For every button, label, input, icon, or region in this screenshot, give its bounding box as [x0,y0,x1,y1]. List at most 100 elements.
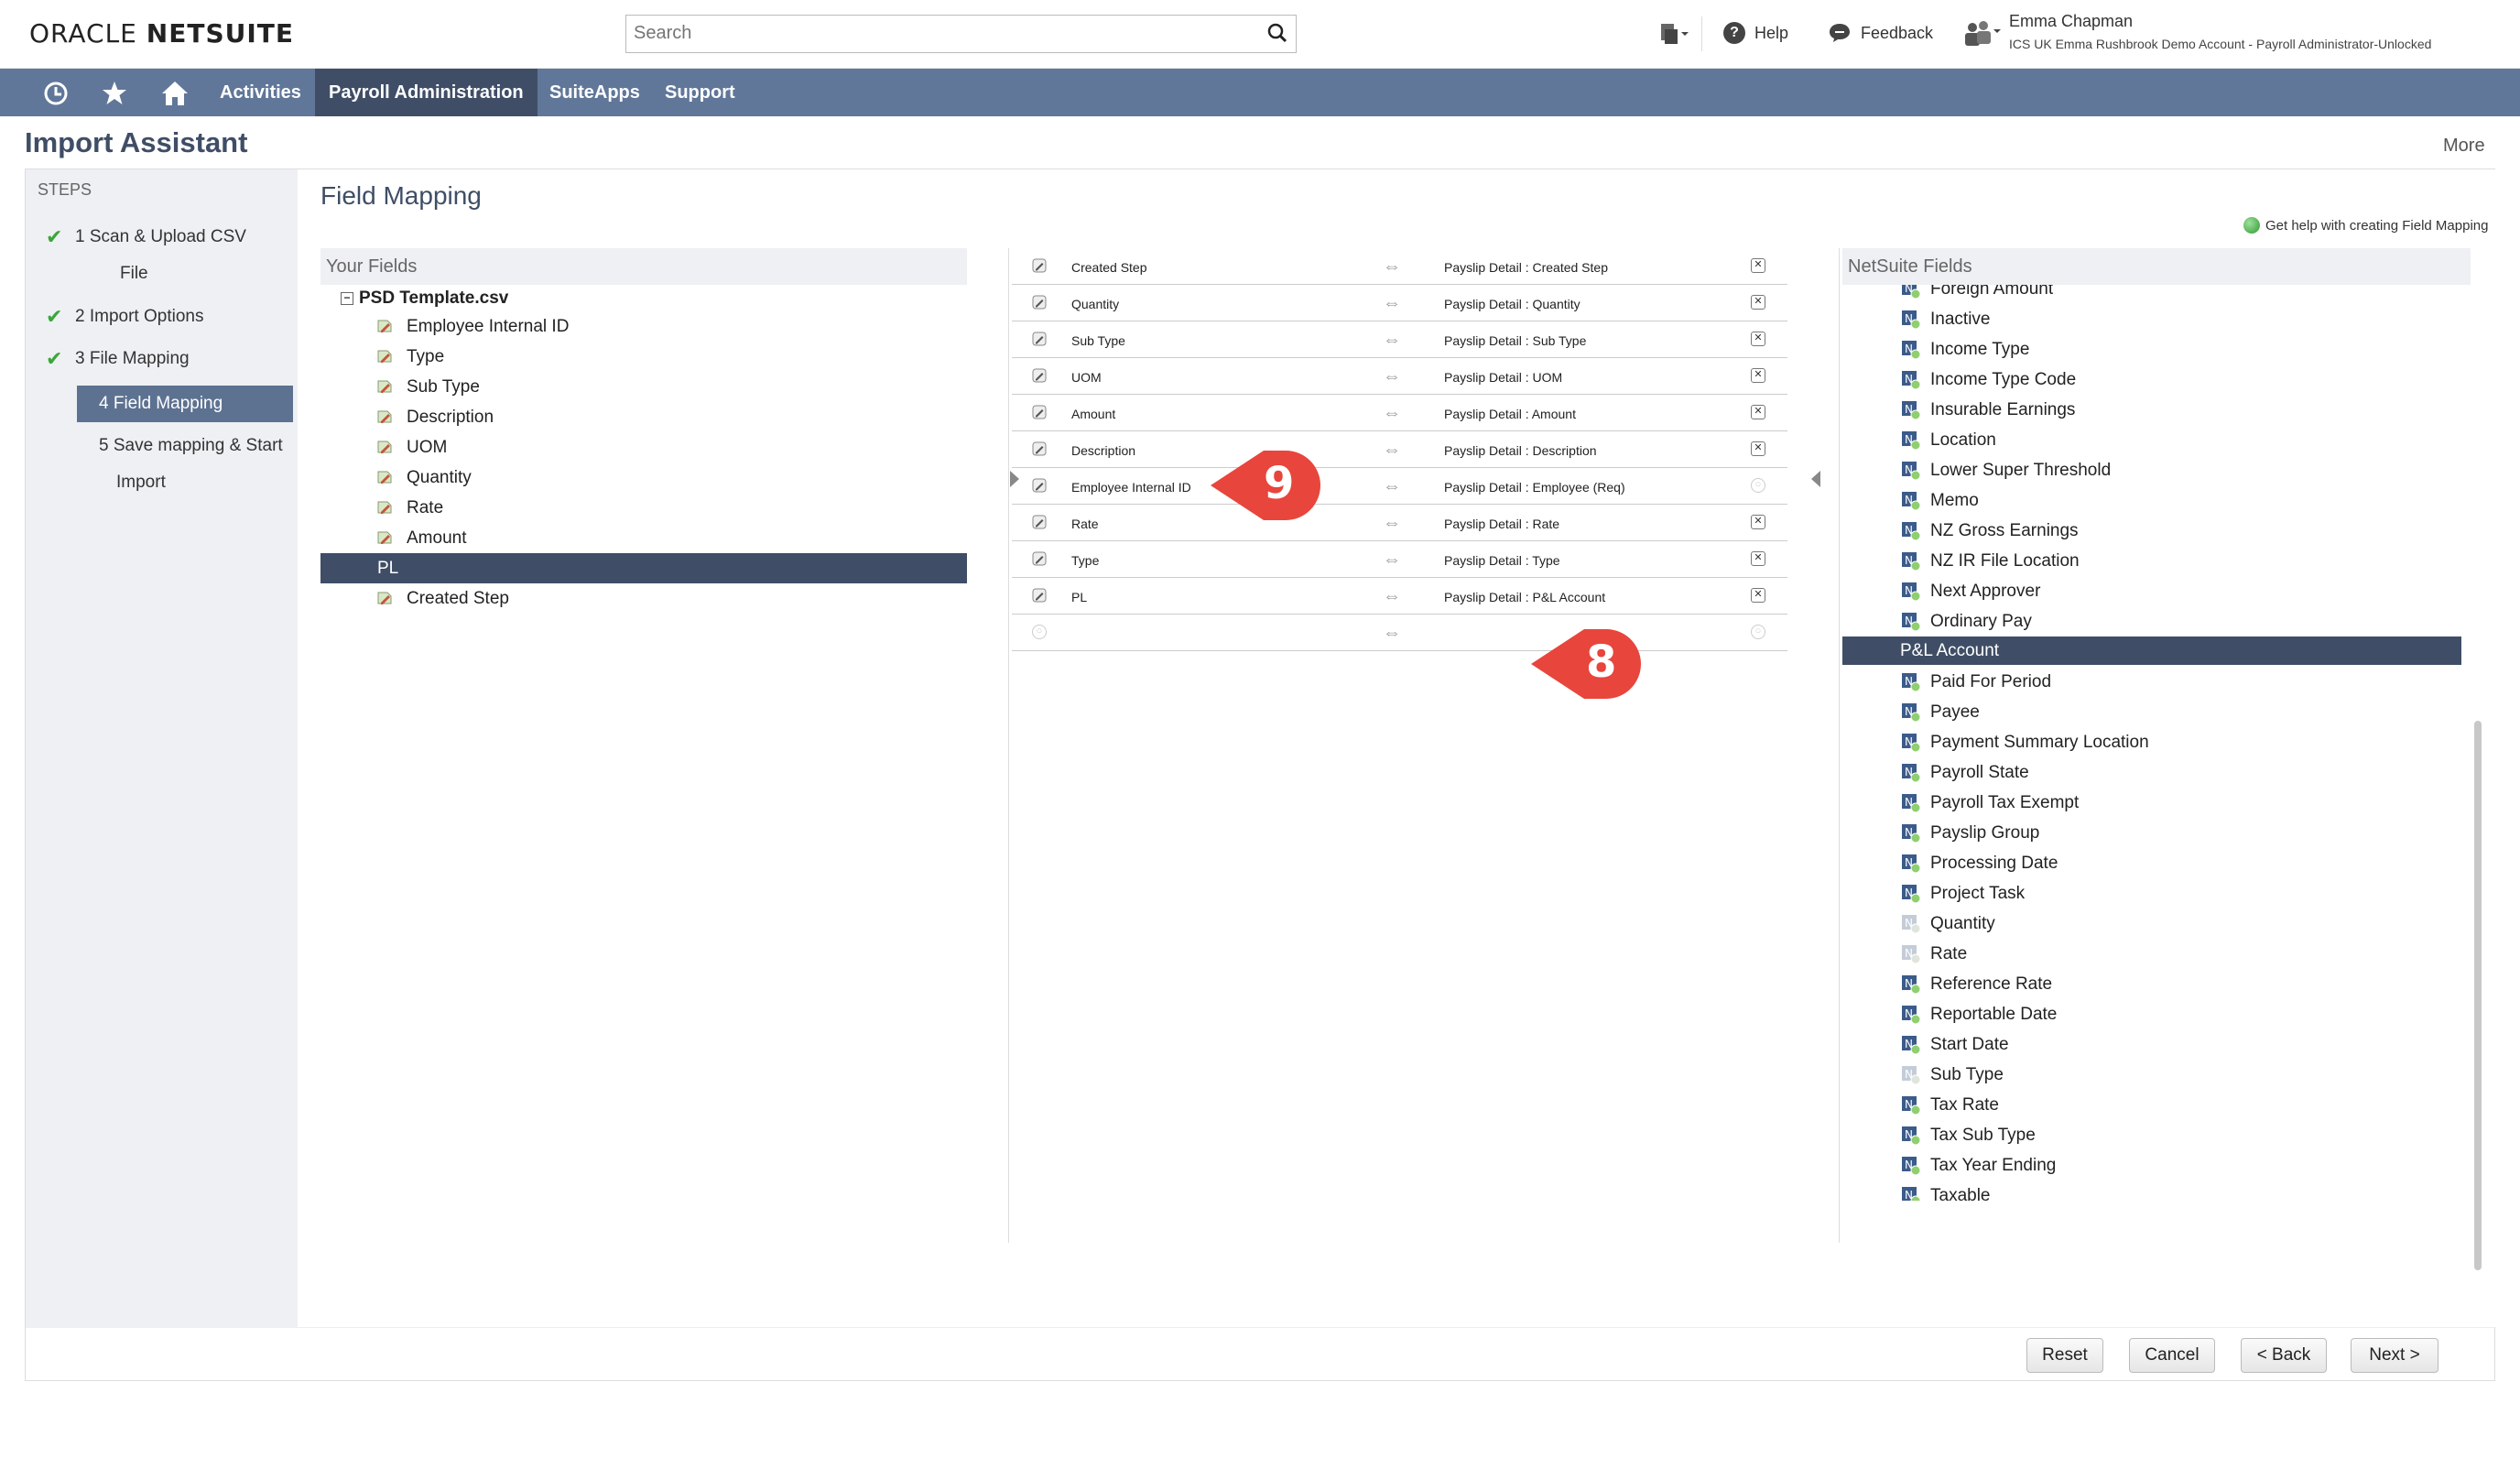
netsuite-field-item[interactable]: N Paid For Period [1901,667,2051,697]
edit-mapping-icon[interactable] [1032,441,1047,456]
netsuite-field-item[interactable]: N Income Type Code [1901,364,2076,395]
remove-mapping-icon[interactable]: ✕ [1751,515,1765,529]
edit-mapping-icon[interactable] [1032,515,1047,529]
netsuite-field-item[interactable]: N Start Date [1901,1029,2009,1060]
netsuite-field-item[interactable]: N Memo [1901,485,1979,516]
your-field-item-selected[interactable]: PL [320,553,967,583]
netsuite-field-item[interactable]: N Quantity [1901,909,1995,939]
netsuite-field-item[interactable]: N Insurable Earnings [1901,395,2075,425]
mapping-row[interactable]: Amount ⇔ Payslip Detail : Amount ✕ [1012,395,1787,431]
your-field-label: Sub Type [407,377,480,397]
search-input[interactable] [626,16,1231,50]
mapping-row[interactable]: ○ ⇔ ○ [1012,615,1787,651]
netsuite-field-item[interactable]: N Tax Rate [1901,1090,1999,1120]
netsuite-field-item[interactable]: N Processing Date [1901,848,2058,878]
user-menu[interactable]: Emma Chapman ICS UK Emma Rushbrook Demo … [2009,12,2520,51]
oracle-netsuite-logo[interactable]: ORACLE NETSUITE [29,18,294,49]
your-field-item[interactable]: Created Step [375,589,509,609]
mapping-row[interactable]: Type ⇔ Payslip Detail : Type ✕ [1012,541,1787,578]
netsuite-field-item[interactable]: N Payroll Tax Exempt [1901,788,2079,818]
netsuite-field-item[interactable]: N Payslip Group [1901,818,2039,848]
netsuite-field-item[interactable]: N Tax Year Ending [1901,1150,2056,1181]
netsuite-field-item[interactable]: N Ordinary Pay [1901,606,2032,637]
your-field-item[interactable]: Description [375,408,494,428]
csv-file-node[interactable]: − PSD Template.csv [341,288,508,309]
remove-mapping-icon[interactable]: ✕ [1751,258,1765,273]
netsuite-field-item[interactable]: N Location [1901,425,1996,455]
home-icon[interactable] [160,80,190,107]
mapping-row[interactable]: Quantity ⇔ Payslip Detail : Quantity ✕ [1012,285,1787,321]
search-icon[interactable] [1266,22,1288,44]
more-link[interactable]: More [2443,136,2485,157]
collapse-icon[interactable]: − [341,292,353,305]
your-field-item[interactable]: Quantity [375,468,472,488]
edit-mapping-icon[interactable] [1032,551,1047,566]
edit-mapping-icon[interactable] [1032,405,1047,419]
your-field-item[interactable]: Rate [375,498,443,518]
nav-suiteapps[interactable]: SuiteApps [549,69,640,116]
netsuite-field-item[interactable]: N NZ IR File Location [1901,546,2080,576]
edit-mapping-icon[interactable] [1032,588,1047,603]
netsuite-field-item[interactable]: N Project Task [1901,878,2025,909]
netsuite-field-item[interactable]: N Payment Summary Location [1901,727,2149,757]
remove-mapping-icon[interactable]: ✕ [1751,405,1765,419]
your-field-item[interactable]: Amount [375,528,466,549]
netsuite-field-item[interactable]: N Reference Rate [1901,969,2052,999]
scrollbar-thumb[interactable] [2474,721,2482,1270]
mapping-row[interactable]: Created Step ⇔ Payslip Detail : Created St… [1012,248,1787,285]
recent-records-icon[interactable] [42,80,70,107]
remove-mapping-icon[interactable]: ✕ [1751,588,1765,603]
your-field-item[interactable]: UOM [375,438,447,458]
nav-support[interactable]: Support [665,69,735,116]
edit-mapping-icon[interactable] [1032,368,1047,383]
edit-mapping-icon[interactable] [1032,332,1047,346]
netsuite-field-item[interactable]: N Inactive [1901,304,1990,334]
netsuite-field-item[interactable]: N Income Type [1901,334,2029,364]
map-left-arrow-icon[interactable] [1811,471,1820,487]
mapping-row[interactable]: UOM ⇔ Payslip Detail : UOM ✕ [1012,358,1787,395]
favorites-icon[interactable] [101,80,128,107]
edit-mapping-icon[interactable] [1032,478,1047,493]
help-button[interactable]: ? Help [1723,22,1788,44]
netsuite-field-item[interactable]: N Rate [1901,939,1967,969]
netsuite-field-item-selected[interactable]: P&L Account [1842,637,2461,665]
create-new-icon[interactable] [1657,20,1690,48]
back-button[interactable]: < Back [2241,1338,2327,1373]
netsuite-field-item[interactable]: N Reportable Date [1901,999,2057,1029]
netsuite-field-item[interactable]: N NZ Gross Earnings [1901,516,2079,546]
mapping-row[interactable]: PL ⇔ Payslip Detail : P&L Account ✕ [1012,578,1787,615]
field-mapping-help-link[interactable]: Get help with creating Field Mapping [2243,217,2488,234]
edit-mapping-icon[interactable] [1032,295,1047,310]
mapping-row[interactable]: Sub Type ⇔ Payslip Detail : Sub Type ✕ [1012,321,1787,358]
nav-payroll-administration[interactable]: Payroll Administration [315,69,538,116]
netsuite-field-item[interactable]: N Foreign Amount [1901,285,2053,304]
netsuite-field-item[interactable]: N Taxable [1901,1181,1991,1201]
next-button[interactable]: Next > [2351,1338,2439,1373]
your-field-item[interactable]: Sub Type [375,377,480,397]
netsuite-field-item[interactable]: N Next Approver [1901,576,2040,606]
remove-mapping-icon[interactable]: ✕ [1751,332,1765,346]
remove-mapping-icon[interactable]: ✕ [1751,295,1765,310]
remove-mapping-icon[interactable]: ✕ [1751,551,1765,566]
netsuite-field-item[interactable]: N Lower Super Threshold [1901,455,2111,485]
mapping-row[interactable]: Employee Internal ID ⇔ Payslip Detail : Em… [1012,468,1787,505]
netsuite-field-item[interactable]: N Tax Sub Type [1901,1120,2036,1150]
nav-activities[interactable]: Activities [220,69,301,116]
netsuite-fields-scrollbar[interactable] [2471,248,2484,1270]
role-switch-icon[interactable] [1961,18,2002,49]
remove-mapping-icon[interactable]: ✕ [1751,441,1765,456]
edit-mapping-icon[interactable] [1032,258,1047,273]
netsuite-field-item[interactable]: N Payee [1901,697,1980,727]
global-search[interactable] [625,15,1297,53]
cancel-button[interactable]: Cancel [2129,1338,2215,1373]
your-field-item[interactable]: Type [375,347,444,367]
your-field-item[interactable]: Employee Internal ID [375,317,569,337]
netsuite-field-item[interactable]: N Sub Type [1901,1060,2004,1090]
netsuite-field-item[interactable]: N Payroll State [1901,757,2029,788]
feedback-button[interactable]: Feedback [1828,22,1933,44]
netsuite-fields-list[interactable]: N Foreign Amount N Inactive N Income Type N Inc… [1842,285,2471,1201]
mapping-row[interactable]: Rate ⇔ Payslip Detail : Rate ✕ [1012,505,1787,541]
remove-mapping-icon[interactable]: ✕ [1751,368,1765,383]
reset-button[interactable]: Reset [2026,1338,2103,1373]
mapping-row[interactable]: Description ⇔ Payslip Detail : Description… [1012,431,1787,468]
